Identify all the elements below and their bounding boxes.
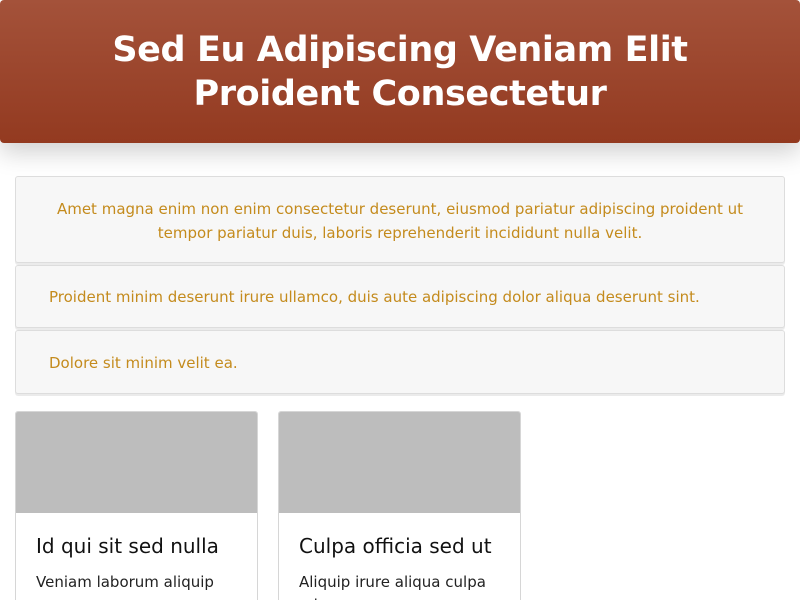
card-title: Culpa officia sed ut	[299, 534, 492, 558]
accordion-panel[interactable]: Dolore sit minim velit ea.	[15, 330, 785, 394]
card-title: Id qui sit sed nulla	[36, 534, 219, 558]
content-card[interactable]: Culpa officia sed ut Aliquip irure aliqu…	[278, 411, 521, 600]
accordion: Amet magna enim non enim consectetur des…	[15, 176, 785, 396]
page-title: Sed Eu Adipiscing Veniam Elit Proident C…	[112, 29, 688, 114]
card-description: Aliquip irure aliqua culpa ad	[299, 573, 486, 600]
accordion-panel-text: Proident minim deserunt irure ullamco, d…	[49, 288, 700, 306]
card-description: Veniam laborum aliquip	[36, 573, 214, 591]
accordion-panel[interactable]: Amet magna enim non enim consectetur des…	[15, 176, 785, 263]
content-card[interactable]: Id qui sit sed nulla Veniam laborum aliq…	[15, 411, 258, 600]
card-image-placeholder	[16, 412, 257, 513]
page-header: Sed Eu Adipiscing Veniam Elit Proident C…	[0, 0, 800, 143]
accordion-panel[interactable]: Proident minim deserunt irure ullamco, d…	[15, 265, 785, 328]
accordion-panel-text: Amet magna enim non enim consectetur des…	[56, 200, 744, 242]
accordion-panel-text: Dolore sit minim velit ea.	[49, 354, 238, 372]
page: Sed Eu Adipiscing Veniam Elit Proident C…	[0, 0, 800, 600]
card-image-placeholder	[279, 412, 520, 513]
